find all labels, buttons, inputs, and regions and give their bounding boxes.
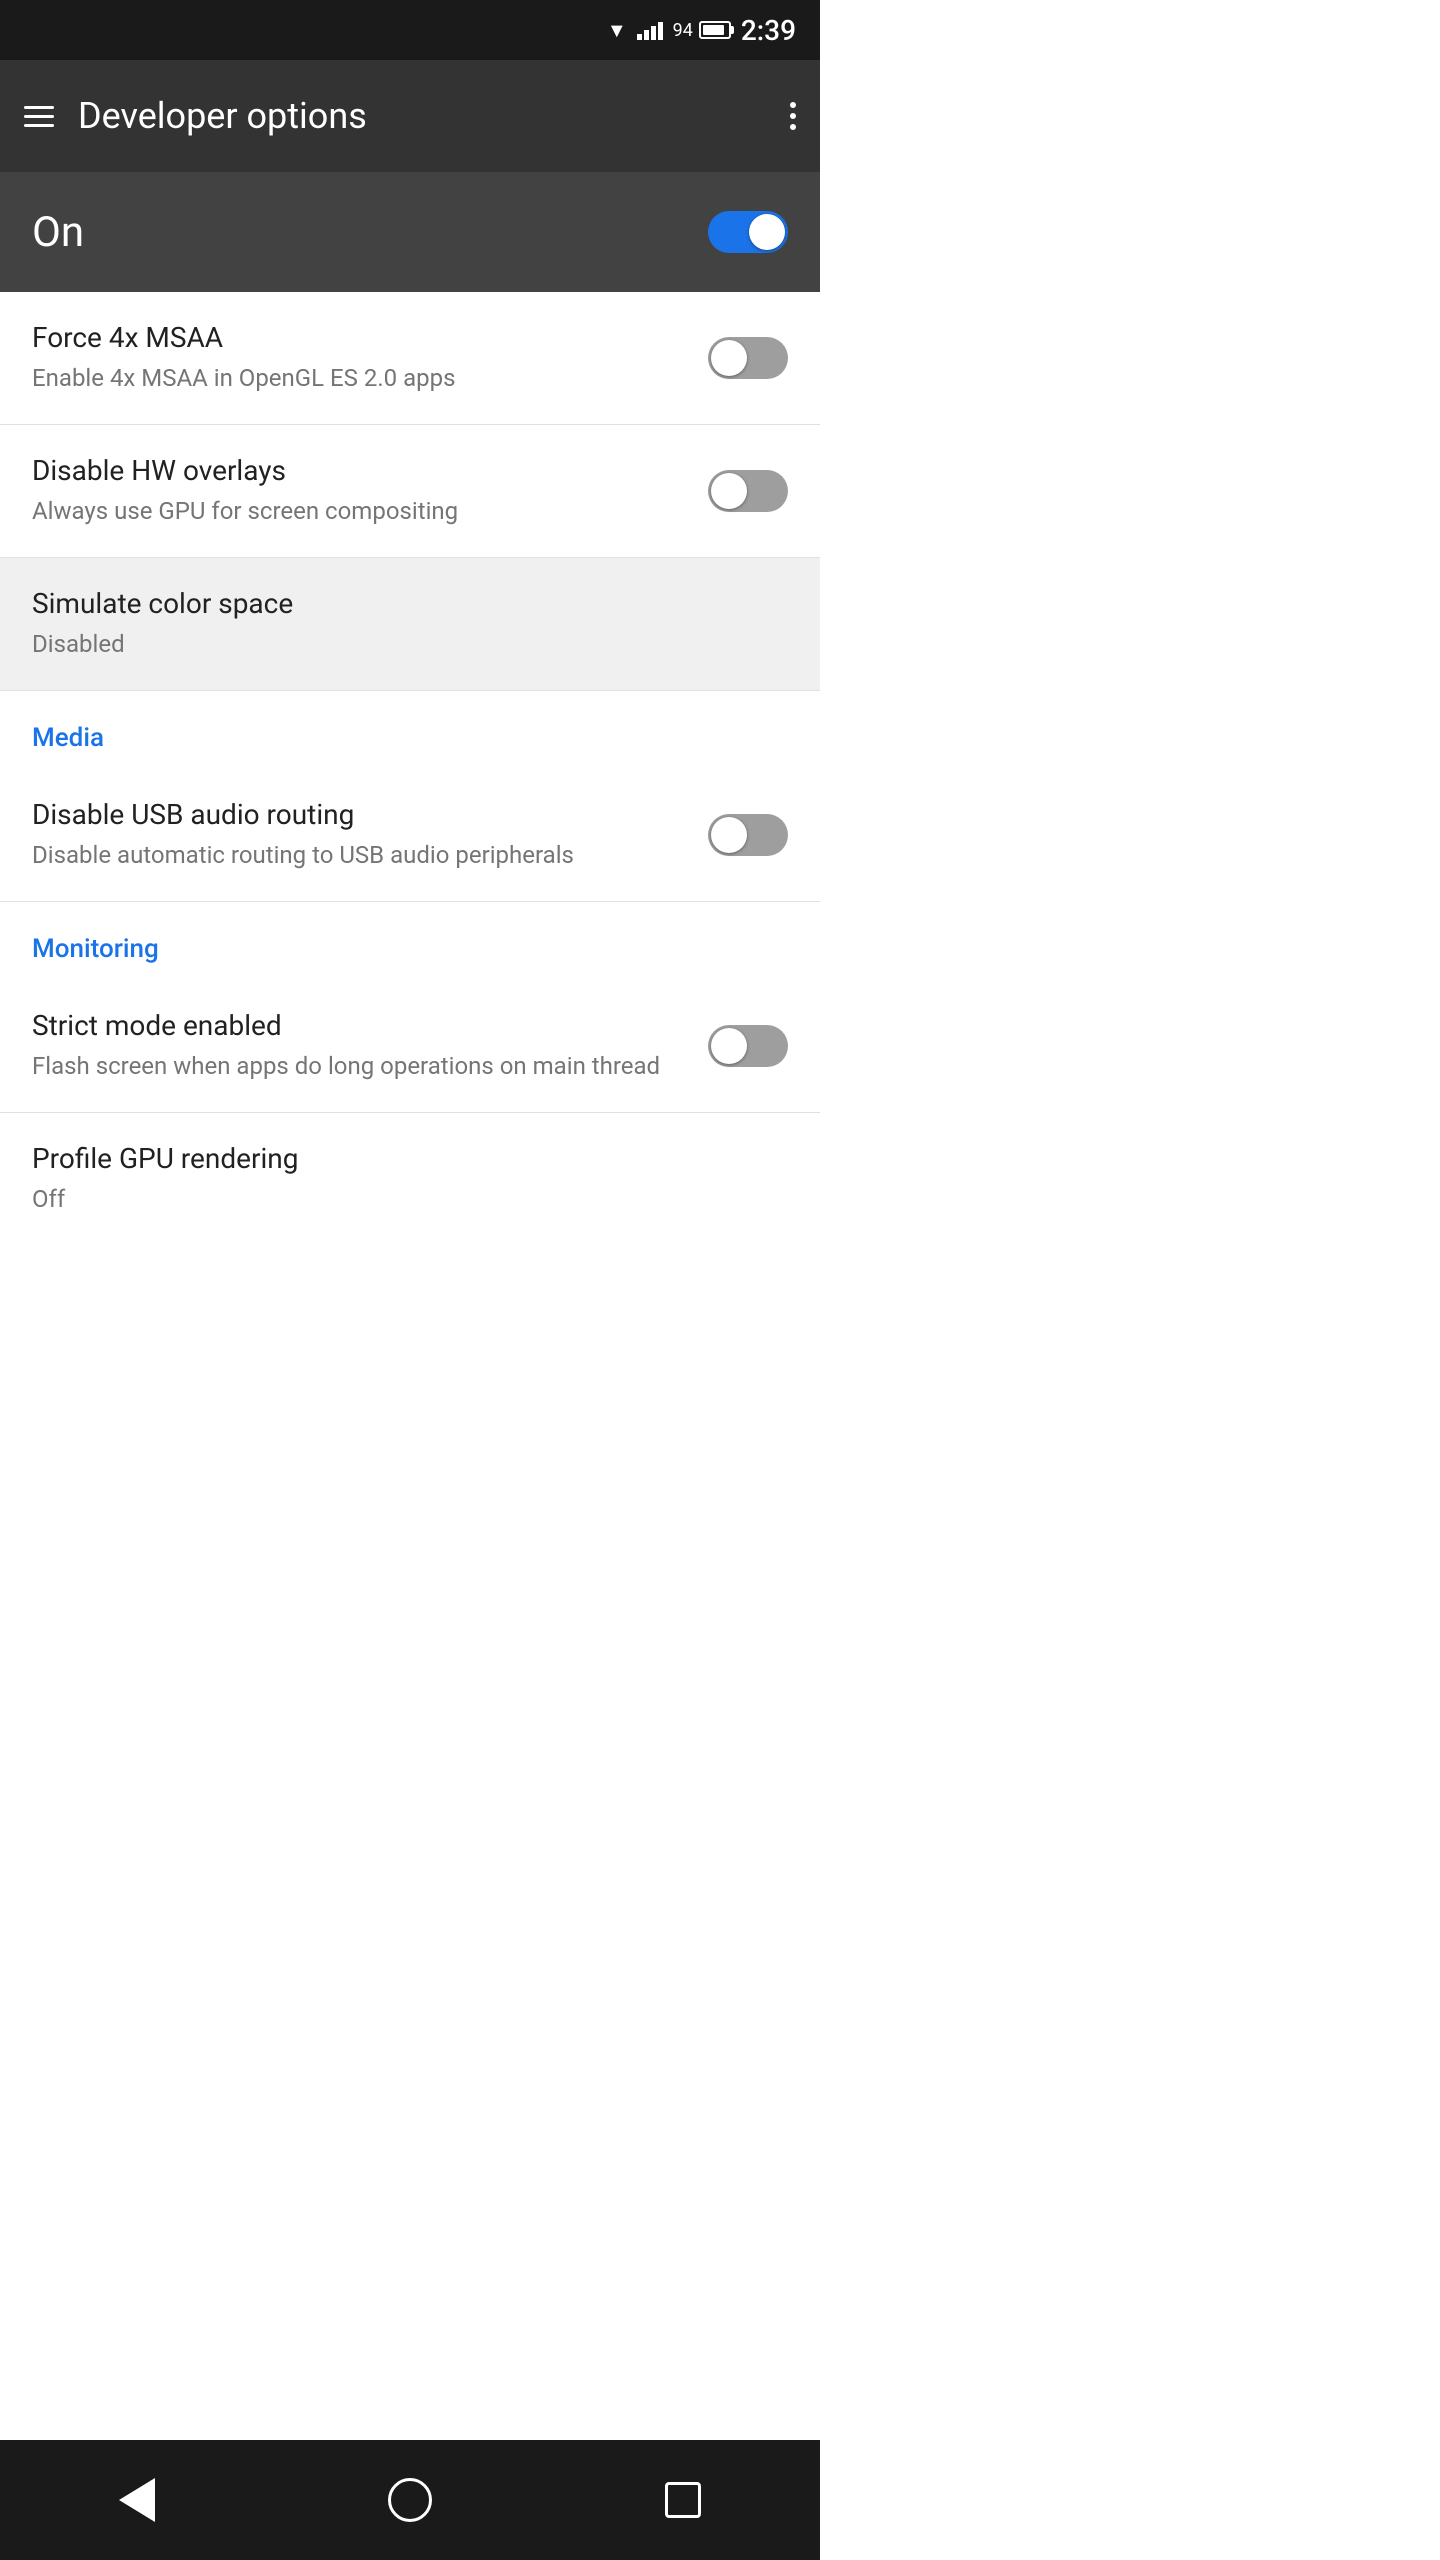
developer-options-toggle-row: On bbox=[0, 172, 820, 292]
nav-bar bbox=[0, 2440, 820, 2560]
toggle-thumb bbox=[711, 340, 747, 376]
battery-level: 94 bbox=[673, 20, 693, 41]
disable-hw-overlays-title: Disable HW overlays bbox=[32, 453, 684, 489]
disable-usb-audio-title: Disable USB audio routing bbox=[32, 797, 684, 833]
menu-icon[interactable] bbox=[24, 106, 54, 127]
battery-box bbox=[699, 21, 731, 39]
recent-button[interactable] bbox=[653, 2470, 713, 2530]
force-msaa-toggle[interactable] bbox=[708, 337, 788, 379]
toggle-thumb bbox=[711, 817, 747, 853]
settings-content: Force 4x MSAA Enable 4x MSAA in OpenGL E… bbox=[0, 292, 820, 2440]
disable-hw-overlays-text: Disable HW overlays Always use GPU for s… bbox=[32, 453, 708, 529]
force-msaa-title: Force 4x MSAA bbox=[32, 320, 684, 356]
battery-icon: 94 bbox=[673, 20, 731, 41]
strict-mode-title: Strict mode enabled bbox=[32, 1008, 684, 1044]
disable-hw-overlays-item[interactable]: Disable HW overlays Always use GPU for s… bbox=[0, 425, 820, 558]
signal-icon bbox=[637, 20, 663, 40]
battery-fill bbox=[703, 25, 725, 35]
app-bar-left: Developer options bbox=[24, 95, 367, 137]
disable-usb-audio-toggle[interactable] bbox=[708, 814, 788, 856]
recent-icon bbox=[665, 2482, 701, 2518]
strict-mode-item[interactable]: Strict mode enabled Flash screen when ap… bbox=[0, 980, 820, 1113]
status-icons: ▼ 94 2:39 bbox=[607, 14, 796, 47]
strict-mode-subtitle: Flash screen when apps do long operation… bbox=[32, 1050, 684, 1084]
force-msaa-item[interactable]: Force 4x MSAA Enable 4x MSAA in OpenGL E… bbox=[0, 292, 820, 425]
page-title: Developer options bbox=[78, 95, 367, 137]
toggle-thumb bbox=[711, 1028, 747, 1064]
back-icon bbox=[119, 2478, 155, 2522]
monitoring-section-header: Monitoring bbox=[0, 902, 820, 980]
toggle-thumb bbox=[711, 473, 747, 509]
home-icon bbox=[388, 2478, 432, 2522]
developer-options-toggle[interactable] bbox=[708, 211, 788, 253]
profile-gpu-title: Profile GPU rendering bbox=[32, 1141, 764, 1177]
settings-list: Force 4x MSAA Enable 4x MSAA in OpenGL E… bbox=[0, 292, 820, 1245]
disable-hw-overlays-toggle[interactable] bbox=[708, 470, 788, 512]
simulate-color-space-text: Simulate color space Disabled bbox=[32, 586, 788, 662]
on-off-label: On bbox=[32, 208, 84, 257]
status-time: 2:39 bbox=[741, 14, 796, 47]
force-msaa-text: Force 4x MSAA Enable 4x MSAA in OpenGL E… bbox=[32, 320, 708, 396]
toggle-thumb bbox=[749, 214, 785, 250]
profile-gpu-subtitle: Off bbox=[32, 1183, 764, 1217]
simulate-color-space-subtitle: Disabled bbox=[32, 628, 764, 662]
simulate-color-space-item[interactable]: Simulate color space Disabled bbox=[0, 558, 820, 691]
strict-mode-text: Strict mode enabled Flash screen when ap… bbox=[32, 1008, 708, 1084]
wifi-icon: ▼ bbox=[607, 18, 627, 43]
profile-gpu-item[interactable]: Profile GPU rendering Off bbox=[0, 1113, 820, 1245]
home-button[interactable] bbox=[380, 2470, 440, 2530]
overflow-menu-icon[interactable] bbox=[790, 102, 796, 130]
app-bar: Developer options bbox=[0, 60, 820, 172]
disable-usb-audio-subtitle: Disable automatic routing to USB audio p… bbox=[32, 839, 684, 873]
disable-usb-audio-item[interactable]: Disable USB audio routing Disable automa… bbox=[0, 769, 820, 902]
status-bar: ▼ 94 2:39 bbox=[0, 0, 820, 60]
strict-mode-toggle[interactable] bbox=[708, 1025, 788, 1067]
back-button[interactable] bbox=[107, 2470, 167, 2530]
profile-gpu-text: Profile GPU rendering Off bbox=[32, 1141, 788, 1217]
simulate-color-space-title: Simulate color space bbox=[32, 586, 764, 622]
disable-hw-overlays-subtitle: Always use GPU for screen compositing bbox=[32, 495, 684, 529]
media-section-header: Media bbox=[0, 691, 820, 769]
force-msaa-subtitle: Enable 4x MSAA in OpenGL ES 2.0 apps bbox=[32, 362, 684, 396]
disable-usb-audio-text: Disable USB audio routing Disable automa… bbox=[32, 797, 708, 873]
